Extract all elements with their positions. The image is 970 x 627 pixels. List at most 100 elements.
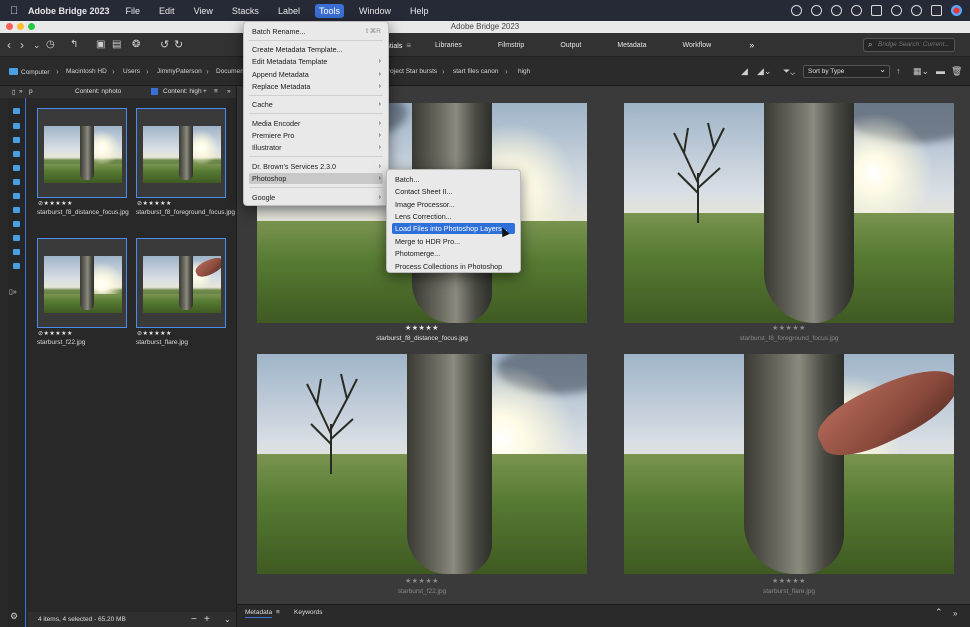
content-rating[interactable]: ★★★★★ xyxy=(405,324,439,332)
crumb-documents[interactable]: Documen xyxy=(216,68,244,75)
filter-rating-icon[interactable]: ◢⌄ xyxy=(757,66,771,77)
back-icon[interactable]: ‹ xyxy=(7,38,11,52)
submenu-item-batch[interactable]: Batch... xyxy=(392,174,515,185)
menu-stacks[interactable]: Stacks xyxy=(228,4,263,18)
folder-icon[interactable] xyxy=(13,108,20,114)
menu-tools[interactable]: Tools xyxy=(314,3,344,18)
content-thumbnail[interactable] xyxy=(257,354,587,574)
menu-edit[interactable]: Edit xyxy=(155,4,179,18)
search-input[interactable] xyxy=(878,39,954,51)
close-window-button[interactable] xyxy=(6,23,13,30)
thumbnail-card[interactable] xyxy=(136,238,226,328)
crumb-start-files-canon[interactable]: start files canon xyxy=(453,68,499,75)
folder-icon[interactable] xyxy=(13,263,20,269)
submenu-item-merge-to-hdr[interactable]: Merge to HDR Pro... xyxy=(392,236,515,247)
add-tab-icon[interactable]: + xyxy=(203,88,207,95)
app-name-menu[interactable]: Adobe Bridge 2023 xyxy=(28,6,110,16)
menu-item-replace-metadata[interactable]: Replace Metadata › xyxy=(249,81,383,92)
view-options-chevron-icon[interactable]: ⌄ xyxy=(224,612,231,627)
thumbnail-card[interactable] xyxy=(136,108,226,198)
thumbnail-rating[interactable]: ⊘★★★★★ xyxy=(137,330,172,337)
refine-icon[interactable]: ▤ xyxy=(112,38,121,52)
submenu-item-lens-correction[interactable]: Lens Correction... xyxy=(392,211,515,222)
folder-icon[interactable] xyxy=(13,235,20,241)
dropbox-icon[interactable] xyxy=(871,5,882,16)
submenu-item-process-collections[interactable]: Process Collections in Photoshop xyxy=(392,261,515,272)
menu-item-batch-rename[interactable]: Batch Rename... ⇧⌘R xyxy=(249,26,383,37)
panel-menu-icon[interactable]: ≡ xyxy=(214,88,218,95)
content-thumbnail[interactable] xyxy=(624,103,954,323)
thumbnail-rating[interactable]: ⊘★★★★★ xyxy=(137,200,172,207)
menu-item-premiere-pro[interactable]: Premiere Pro › xyxy=(249,130,383,141)
folder-icon[interactable] xyxy=(13,193,20,199)
panel-toggle-icon[interactable]: ▯ xyxy=(12,88,16,96)
folder-icon[interactable] xyxy=(13,221,20,227)
thumbnail-rating[interactable]: ⊘★★★★★ xyxy=(38,330,73,337)
menu-item-create-metadata-template[interactable]: Create Metadata Template... xyxy=(249,44,383,55)
return-to-photoshop-icon[interactable]: ↰ xyxy=(70,38,78,52)
chevron-up-icon[interactable]: ⌃ xyxy=(935,607,943,618)
menu-item-media-encoder[interactable]: Media Encoder › xyxy=(249,118,383,129)
more-workspaces-icon[interactable]: » xyxy=(729,40,772,50)
spotlight-search-icon[interactable] xyxy=(911,5,922,16)
apple-icon[interactable]:  xyxy=(10,5,28,17)
camera-get-photos-icon[interactable]: ▣ xyxy=(96,38,105,52)
expand-panel-icon[interactable]: » xyxy=(953,609,957,618)
siri-icon[interactable] xyxy=(951,5,962,16)
zoom-window-button[interactable] xyxy=(28,23,35,30)
time-machine-icon[interactable] xyxy=(851,5,862,16)
folder-icon[interactable] xyxy=(13,151,20,157)
tab-filmstrip[interactable]: Filmstrip xyxy=(480,42,542,49)
open-in-camera-raw-icon[interactable]: ❂ xyxy=(132,38,140,52)
bridge-search-box[interactable] xyxy=(863,38,955,52)
menu-item-edit-metadata-template[interactable]: Edit Metadata Template › xyxy=(249,56,383,67)
folder-icon[interactable] xyxy=(13,165,20,171)
content-rating[interactable]: ★★★★★ xyxy=(772,577,806,585)
minimize-window-button[interactable] xyxy=(17,23,24,30)
menu-label[interactable]: Label xyxy=(274,4,304,18)
menu-item-append-metadata[interactable]: Append Metadata › xyxy=(249,69,383,80)
crumb-jimmypaterson[interactable]: JimmyPaterson xyxy=(157,68,202,75)
tab-essentials[interactable]: ntials ≡ xyxy=(386,41,417,50)
crumb-high[interactable]: high xyxy=(518,68,530,75)
quality-options-icon[interactable]: ◢ xyxy=(741,66,748,77)
content-rating[interactable]: ★★★★★ xyxy=(405,577,439,585)
tab-keywords-panel[interactable]: Keywords xyxy=(294,609,323,616)
thumbnail-rating[interactable]: ⊘★★★★★ xyxy=(38,200,73,207)
control-center-icon[interactable] xyxy=(931,5,942,16)
menu-help[interactable]: Help xyxy=(406,4,433,18)
menu-item-dr-browns-services[interactable]: Dr. Brown's Services 2.3.0 › xyxy=(249,161,383,172)
tab-libraries[interactable]: Libraries xyxy=(417,42,480,49)
menu-item-illustrator[interactable]: Illustrator › xyxy=(249,142,383,153)
content-thumbnail[interactable] xyxy=(624,354,954,574)
folder-icon[interactable] xyxy=(13,179,20,185)
trash-icon[interactable]: 🗑 xyxy=(951,66,962,77)
tab-metadata[interactable]: Metadata xyxy=(599,42,664,49)
menu-item-photoshop[interactable]: Photoshop › xyxy=(249,173,383,184)
tab-output[interactable]: Output xyxy=(542,42,599,49)
tab-partial[interactable]: p xyxy=(29,88,33,95)
submenu-item-load-files-into-layers[interactable]: Load Files into Photoshop Layers... xyxy=(392,223,515,234)
submenu-item-photomerge[interactable]: Photomerge... xyxy=(392,248,515,259)
menu-file[interactable]: File xyxy=(122,4,145,18)
menu-window[interactable]: Window xyxy=(355,4,395,18)
wifi-icon[interactable] xyxy=(891,5,902,16)
menu-item-cache[interactable]: Cache › xyxy=(249,99,383,110)
tab-workflow[interactable]: Workflow xyxy=(665,42,730,49)
panel-menu-icon[interactable]: ≡ xyxy=(276,609,280,616)
new-folder-icon[interactable]: ▬ xyxy=(936,66,945,76)
crumb-project-star-bursts[interactable]: roject Star bursts xyxy=(388,68,437,75)
submenu-item-contact-sheet[interactable]: Contact Sheet II... xyxy=(392,186,515,197)
crumb-macintosh-hd[interactable]: Macintosh HD xyxy=(66,68,107,75)
hamburger-icon[interactable]: ≡ xyxy=(406,41,411,50)
folder-icon[interactable] xyxy=(13,207,20,213)
content-rating[interactable]: ★★★★★ xyxy=(772,324,806,332)
menu-item-google[interactable]: Google › xyxy=(249,192,383,203)
expand-panel-icon[interactable]: » xyxy=(227,88,231,95)
zoom-out-button[interactable]: − xyxy=(191,612,197,627)
folder-icon[interactable] xyxy=(13,123,20,129)
thumbnail-card[interactable] xyxy=(37,108,127,198)
zoom-in-button[interactable]: + xyxy=(204,612,210,627)
rotate-right-icon[interactable]: ↻ xyxy=(174,38,183,52)
submenu-item-image-processor[interactable]: Image Processor... xyxy=(392,199,515,210)
